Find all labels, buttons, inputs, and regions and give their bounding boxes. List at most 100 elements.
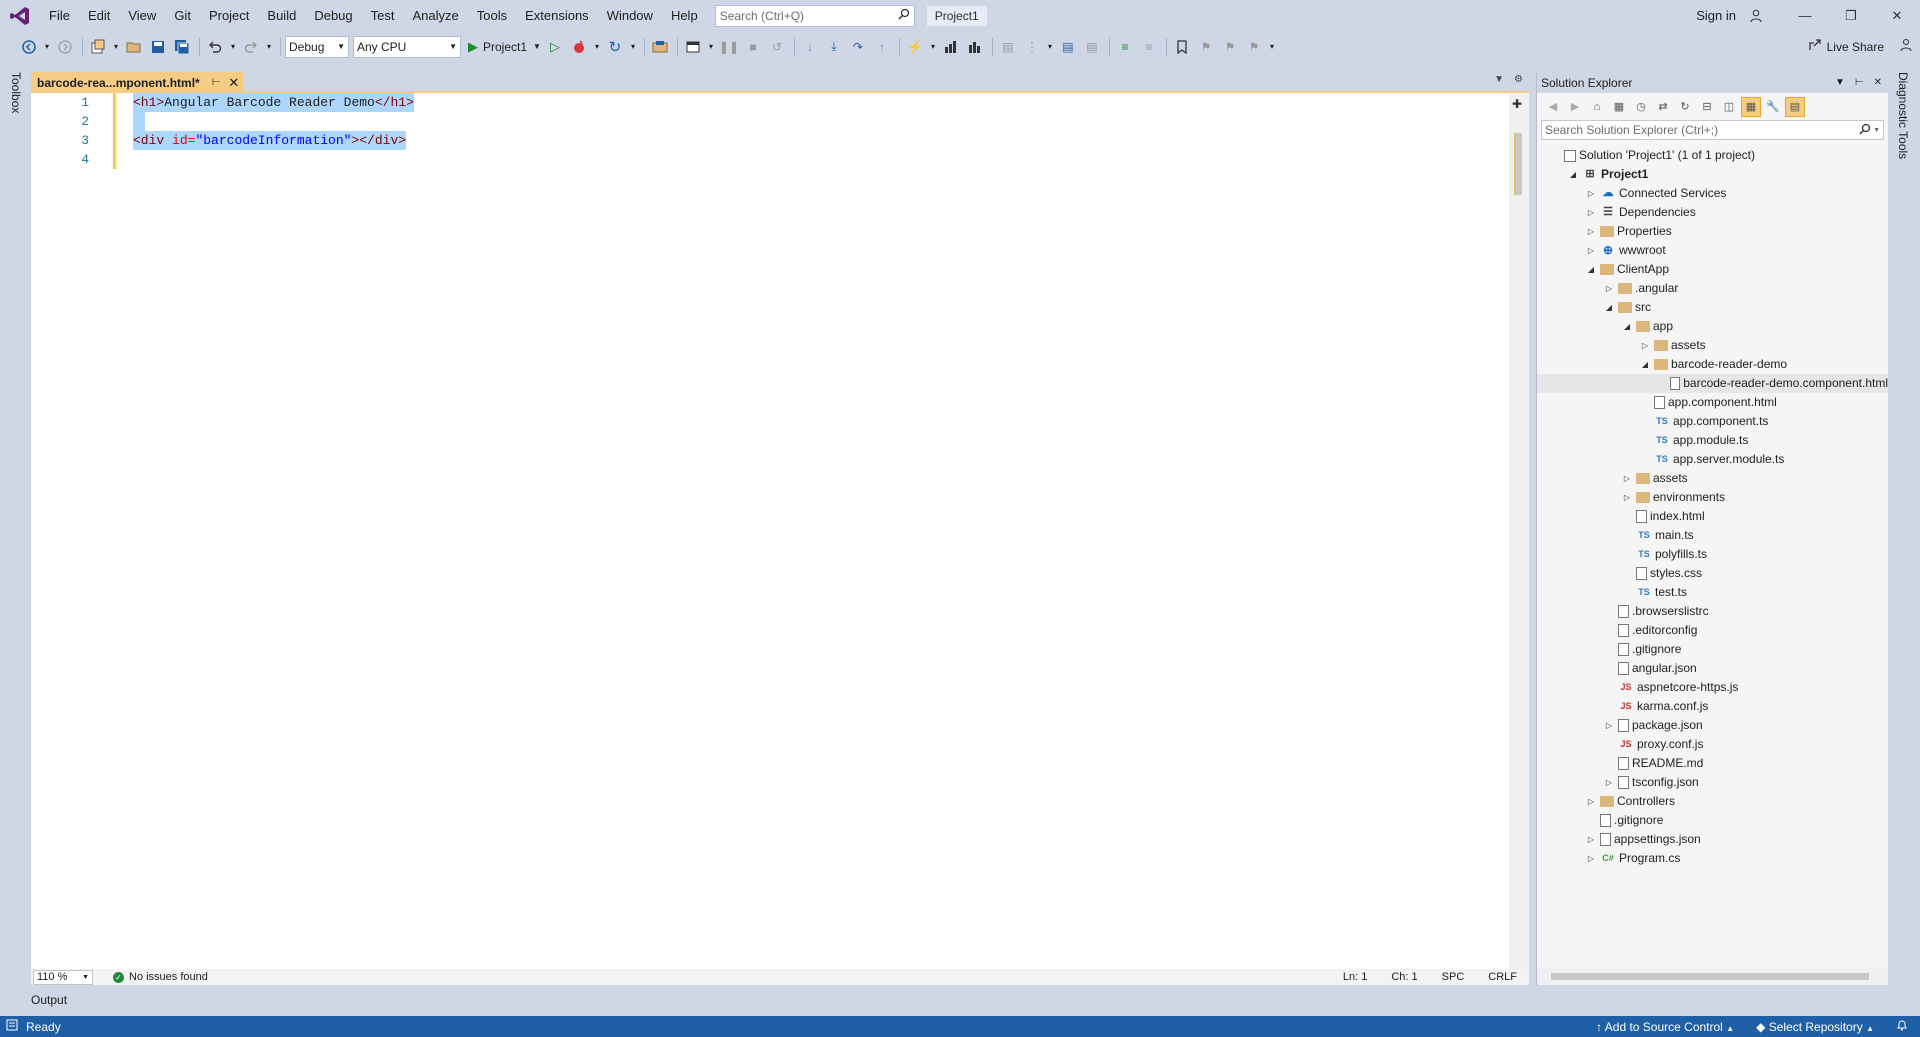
tree-node[interactable]: index.html [1537,507,1888,526]
show-all-files-icon[interactable]: ◫ [1719,97,1739,117]
chevron-down-icon[interactable]: ▼ [1873,127,1880,134]
expand-arrow-icon[interactable]: ▷ [1603,279,1615,298]
close-tab-icon[interactable]: ✕ [228,75,239,91]
diagnostics-icon[interactable] [940,36,962,58]
previous-bookmark-icon[interactable]: ⚑ [1195,36,1217,58]
expand-arrow-icon[interactable]: ▷ [1621,488,1633,507]
tree-node[interactable]: .browserslistrc [1537,602,1888,621]
account-icon[interactable] [1742,0,1772,31]
tree-node[interactable]: barcode-reader-demo.component.html [1537,374,1888,393]
home-icon[interactable]: ⌂ [1587,97,1607,117]
tree-node[interactable]: ◢ barcode-reader-demo [1537,355,1888,374]
collapse-arrow-icon[interactable]: ◢ [1621,317,1633,336]
layout-dropdown-icon[interactable]: ▾ [706,36,716,58]
switch-views-icon[interactable]: ▦ [1609,97,1629,117]
expand-arrow-icon[interactable]: ▷ [1585,241,1597,260]
redo-icon[interactable] [240,36,262,58]
solution-platform-select[interactable]: Any CPU ▼ [353,35,461,58]
outline-icon[interactable]: ▤ [1081,36,1103,58]
start-debugging-button[interactable]: ▶ Project1 ▼ [465,39,544,55]
expand-arrow-icon[interactable]: ▷ [1585,830,1597,849]
tree-node[interactable]: README.md [1537,754,1888,773]
tree-node[interactable]: JS proxy.conf.js [1537,735,1888,754]
document-tab-active[interactable]: barcode-rea...mponent.html* ⊢ ✕ [31,72,244,93]
diagnostic-tools-tab[interactable]: Diagnostic Tools [1896,72,1910,159]
stop-icon[interactable]: ■ [742,36,764,58]
tree-node[interactable]: TS app.component.ts [1537,412,1888,431]
feedback-icon[interactable] [1900,38,1914,55]
tree-node[interactable]: ▷ environments [1537,488,1888,507]
solution-configuration-select[interactable]: Debug ▼ [285,35,349,58]
back-dropdown-icon[interactable]: ▾ [42,36,52,58]
code-editor[interactable]: 1 2 3 4 <h1>Angular Barcode Reader Demo<… [31,93,1509,969]
undo-icon[interactable] [204,36,226,58]
expand-arrow-icon[interactable]: ▷ [1585,184,1597,203]
expand-arrow-icon[interactable]: ▷ [1585,792,1597,811]
performance-profiler-icon[interactable] [964,36,986,58]
preview-icon[interactable]: ▤ [1785,96,1805,117]
tree-node[interactable]: Solution 'Project1' (1 of 1 project) [1537,146,1888,165]
expand-arrow-icon[interactable]: ▷ [1585,203,1597,222]
tree-node[interactable]: styles.css [1537,564,1888,583]
new-project-icon[interactable] [87,36,109,58]
collapse-arrow-icon[interactable]: ◢ [1639,355,1651,374]
open-file-icon[interactable] [123,36,145,58]
tree-node[interactable]: ▷ assets [1537,336,1888,355]
tree-node[interactable]: ◢ ⊞ Project1 [1537,165,1888,184]
whitespace-indicator[interactable]: SPC [1442,971,1465,983]
tree-node[interactable]: TS test.ts [1537,583,1888,602]
restore-button[interactable]: ❐ [1828,0,1874,31]
menu-help[interactable]: Help [662,0,707,31]
add-to-source-control-button[interactable]: ↑ Add to Source Control ▲ [1596,1020,1734,1034]
toolbox-tab[interactable]: Toolbox [9,72,23,113]
properties-icon[interactable]: 🔧 [1763,97,1783,117]
align-icon[interactable]: ⋮ [1021,36,1043,58]
pending-changes-filter-icon[interactable]: ◷ [1631,97,1651,117]
save-icon[interactable] [147,36,169,58]
browser-dropdown-icon[interactable]: ▾ [592,36,602,58]
close-icon[interactable]: ✕ [1874,77,1882,88]
tree-node[interactable]: TS polyfills.ts [1537,545,1888,564]
pin-icon[interactable]: ⊢ [1855,77,1864,88]
publish-icon[interactable] [649,36,671,58]
tree-node[interactable]: app.component.html [1537,393,1888,412]
tree-node[interactable]: ▷ Properties [1537,222,1888,241]
window-layout-icon[interactable] [682,36,704,58]
solution-explorer-horizontal-scrollbar[interactable] [1537,968,1888,985]
tree-node[interactable]: .gitignore [1537,640,1888,659]
step-into-icon[interactable]: ⤓ [823,36,845,58]
gear-icon[interactable]: ⚙ [1514,74,1523,85]
start-without-debugging-icon[interactable]: ▷ [544,36,566,58]
editor-vertical-scrollbar[interactable]: ✚ [1509,93,1529,969]
menu-build[interactable]: Build [258,0,305,31]
outdent-icon[interactable]: ≡ [1138,36,1160,58]
forward-icon[interactable] [54,36,76,58]
menu-tools[interactable]: Tools [468,0,516,31]
menu-analyze[interactable]: Analyze [403,0,467,31]
new-dropdown-icon[interactable]: ▾ [111,36,121,58]
menu-git[interactable]: Git [165,0,200,31]
split-editor-icon[interactable]: ✚ [1512,97,1522,111]
collapse-arrow-icon[interactable]: ◢ [1567,165,1579,184]
tree-node[interactable]: TS main.ts [1537,526,1888,545]
window-position-icon[interactable]: ▼ [1835,77,1845,88]
step-out-icon[interactable]: ↑ [871,36,893,58]
expand-arrow-icon[interactable]: ▷ [1603,773,1615,792]
menu-edit[interactable]: Edit [79,0,119,31]
clear-bookmarks-icon[interactable]: ⚑ [1243,36,1265,58]
line-ending-indicator[interactable]: CRLF [1488,971,1517,983]
next-bookmark-icon[interactable]: ⚑ [1219,36,1241,58]
search-input[interactable]: Search (Ctrl+Q) [714,4,915,27]
tree-node[interactable]: JS aspnetcore-https.js [1537,678,1888,697]
tree-node[interactable]: ▷ tsconfig.json [1537,773,1888,792]
back-icon[interactable] [18,36,40,58]
indent-icon[interactable]: ≡ [1114,36,1136,58]
tree-node[interactable]: ▷ package.json [1537,716,1888,735]
tree-node[interactable]: ◢ src [1537,298,1888,317]
solution-explorer-search-input[interactable]: Search Solution Explorer (Ctrl+;) ▼ [1541,120,1884,140]
expand-arrow-icon[interactable]: ▷ [1585,849,1597,868]
comment-icon[interactable]: ▤ [997,36,1019,58]
bookmark-icon[interactable] [1171,36,1193,58]
undo-dropdown-icon[interactable]: ▾ [228,36,238,58]
line-indicator[interactable]: Ln: 1 [1343,971,1367,983]
